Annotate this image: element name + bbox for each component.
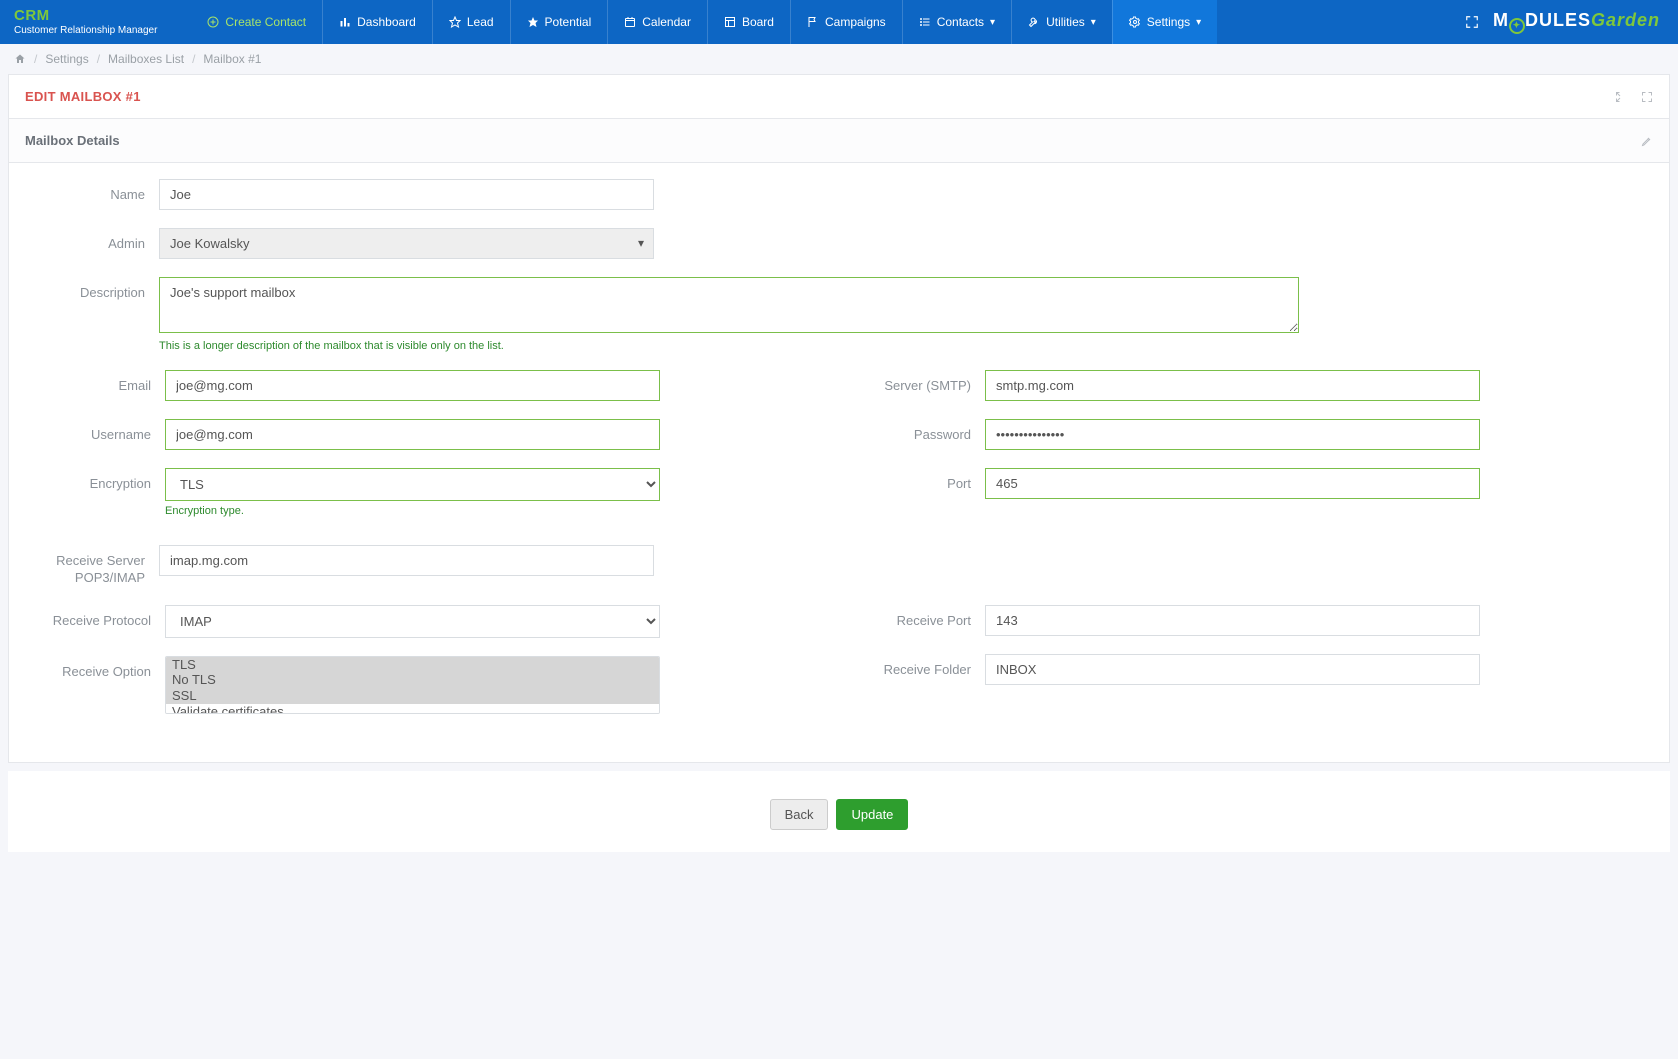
description-help: This is a longer description of the mail… xyxy=(159,340,1299,352)
label-receive-option: Receive Option xyxy=(25,656,165,679)
label-receive-port: Receive Port xyxy=(845,605,985,628)
brand-title: CRM xyxy=(14,8,157,25)
nav-potential[interactable]: Potential xyxy=(510,0,608,44)
receive-folder-input[interactable] xyxy=(985,654,1480,685)
receive-protocol-select[interactable]: IMAP xyxy=(165,605,660,638)
receive-port-input[interactable] xyxy=(985,605,1480,636)
modulesgarden-logo: M✦DULESGarden xyxy=(1493,10,1660,34)
label-receive-folder: Receive Folder xyxy=(845,654,985,677)
label-admin: Admin xyxy=(19,228,159,251)
home-icon[interactable] xyxy=(14,53,26,65)
star-outline-icon xyxy=(449,16,461,28)
receive-option-multiselect[interactable]: TLS No TLS SSL Validate certificates xyxy=(165,656,660,714)
breadcrumb: / Settings / Mailboxes List / Mailbox #1 xyxy=(0,44,1678,74)
nav-lead[interactable]: Lead xyxy=(432,0,510,44)
update-button[interactable]: Update xyxy=(836,799,908,830)
collapse-icon[interactable] xyxy=(1615,91,1627,103)
nav-board[interactable]: Board xyxy=(707,0,790,44)
nav-settings[interactable]: Settings ▾ xyxy=(1112,0,1217,44)
nav-label: Contacts xyxy=(937,15,984,29)
panel-title: EDIT MAILBOX #1 xyxy=(25,89,141,104)
bar-chart-icon xyxy=(339,16,351,28)
name-input[interactable] xyxy=(159,179,654,210)
nav-label: Board xyxy=(742,15,774,29)
section-title: Mailbox Details xyxy=(25,133,120,148)
nav-label: Lead xyxy=(467,15,494,29)
brand-subtitle: Customer Relationship Manager xyxy=(14,25,157,36)
top-nav: CRM Customer Relationship Manager Create… xyxy=(0,0,1678,44)
port-input[interactable] xyxy=(985,468,1480,499)
pencil-icon[interactable] xyxy=(1641,135,1653,147)
password-input[interactable] xyxy=(985,419,1480,450)
nav-label: Settings xyxy=(1147,15,1190,29)
label-encryption: Encryption xyxy=(25,468,165,491)
calendar-icon xyxy=(624,16,636,28)
label-password: Password xyxy=(845,419,985,442)
receive-server-input[interactable] xyxy=(159,545,654,576)
label-name: Name xyxy=(19,179,159,202)
star-icon xyxy=(527,16,539,28)
board-icon xyxy=(724,16,736,28)
nav-label: Calendar xyxy=(642,15,691,29)
nav-utilities[interactable]: Utilities ▾ xyxy=(1011,0,1112,44)
label-description: Description xyxy=(19,277,159,300)
description-textarea[interactable]: Joe's support mailbox xyxy=(159,277,1299,333)
admin-select[interactable]: Joe Kowalsky xyxy=(159,228,654,259)
nav-dashboard[interactable]: Dashboard xyxy=(322,0,432,44)
server-smtp-input[interactable] xyxy=(985,370,1480,401)
encryption-select[interactable]: TLS xyxy=(165,468,660,501)
flag-icon xyxy=(807,16,819,28)
username-input[interactable] xyxy=(165,419,660,450)
expand-icon[interactable] xyxy=(1641,91,1653,103)
email-input[interactable] xyxy=(165,370,660,401)
breadcrumb-settings[interactable]: Settings xyxy=(45,52,88,66)
label-server-smtp: Server (SMTP) xyxy=(845,370,985,393)
breadcrumb-mailboxes[interactable]: Mailboxes List xyxy=(108,52,184,66)
chevron-down-icon: ▾ xyxy=(1196,17,1201,28)
chevron-down-icon: ▾ xyxy=(990,17,995,28)
back-button[interactable]: Back xyxy=(770,799,829,830)
label-email: Email xyxy=(25,370,165,393)
nav-label: Create Contact xyxy=(225,15,306,29)
gear-icon xyxy=(1129,16,1141,28)
nav-contacts[interactable]: Contacts ▾ xyxy=(902,0,1011,44)
fullscreen-icon[interactable] xyxy=(1465,15,1479,29)
edit-panel: EDIT MAILBOX #1 Mailbox Details Name Adm… xyxy=(8,74,1670,763)
footer-actions: Back Update xyxy=(8,771,1670,852)
label-username: Username xyxy=(25,419,165,442)
chevron-down-icon: ▾ xyxy=(1091,17,1096,28)
plus-circle-icon xyxy=(207,16,219,28)
nav-create-contact[interactable]: Create Contact xyxy=(191,0,322,44)
nav-campaigns[interactable]: Campaigns xyxy=(790,0,902,44)
label-port: Port xyxy=(845,468,985,491)
nav-label: Utilities xyxy=(1046,15,1085,29)
wrench-icon xyxy=(1028,16,1040,28)
nav-calendar[interactable]: Calendar xyxy=(607,0,707,44)
label-receive-server: Receive Server POP3/IMAP xyxy=(19,545,159,587)
label-receive-protocol: Receive Protocol xyxy=(25,605,165,630)
nav-label: Dashboard xyxy=(357,15,416,29)
nav-label: Campaigns xyxy=(825,15,886,29)
breadcrumb-current: Mailbox #1 xyxy=(203,52,261,66)
brand: CRM Customer Relationship Manager xyxy=(0,8,171,36)
encryption-help: Encryption type. xyxy=(165,505,660,517)
nav-label: Potential xyxy=(545,15,592,29)
list-icon xyxy=(919,16,931,28)
